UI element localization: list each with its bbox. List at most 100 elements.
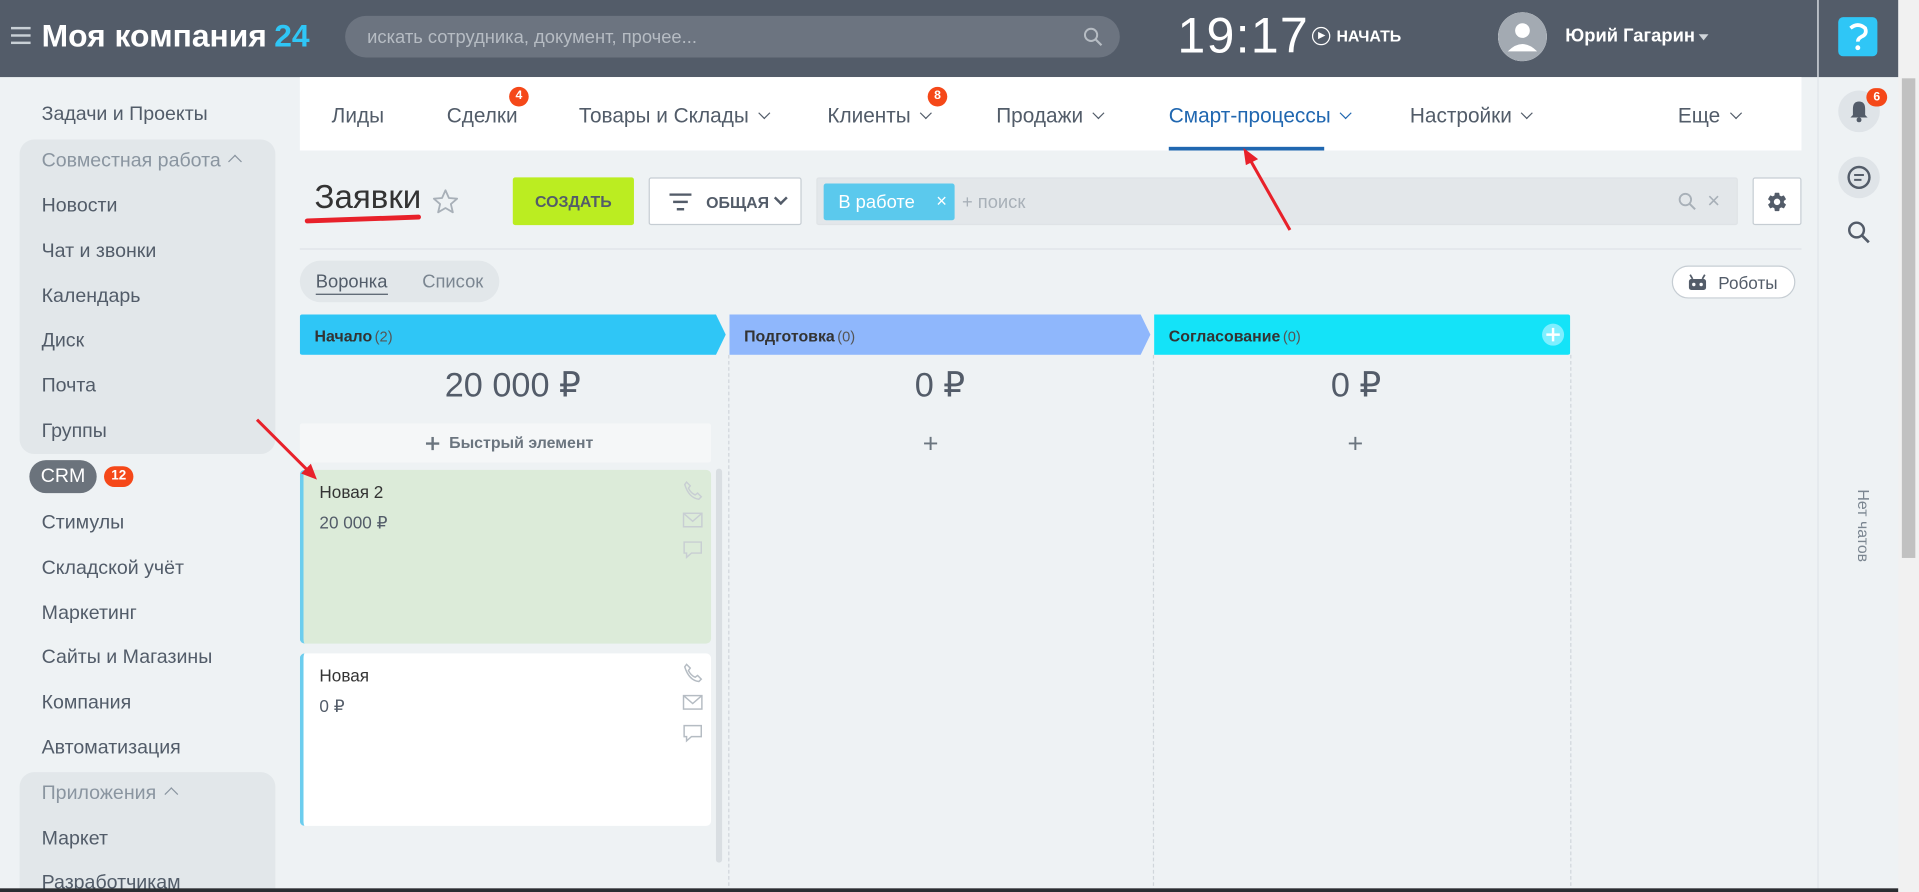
filter-search-input[interactable] [961, 183, 1648, 221]
stage-title: Подготовка (0) [744, 327, 855, 345]
tab-more[interactable]: Еще [1677, 104, 1742, 128]
gear-icon [1768, 192, 1786, 212]
filter-preset-button[interactable]: ОБЩАЯ [648, 177, 802, 226]
taskbar-strip [0, 888, 1899, 892]
chevron-up-icon [228, 154, 243, 169]
stage-count: (2) [374, 327, 393, 346]
settings-gear-button[interactable] [1752, 177, 1802, 226]
view-list[interactable]: Список [422, 272, 483, 293]
stage-header-approval[interactable]: Согласование (0) [1154, 314, 1571, 355]
user-menu-caret-icon[interactable] [1698, 34, 1709, 41]
chevron-down-icon [1339, 107, 1353, 120]
clear-filter-icon[interactable]: × [1707, 188, 1720, 214]
tab-more-label: Еще [1677, 104, 1721, 128]
user-name[interactable]: Юрий Гагарин [1565, 26, 1695, 47]
menu-item-company[interactable]: Компания [42, 693, 132, 715]
page-scrollbar-thumb[interactable] [1901, 78, 1916, 558]
phone-icon[interactable] [682, 663, 704, 683]
tab-leads[interactable]: Лиды [332, 104, 384, 128]
stage-count: (0) [1282, 327, 1301, 346]
chevron-down-icon [758, 107, 771, 120]
create-button[interactable]: СОЗДАТЬ [512, 177, 634, 226]
crm-tabs-bar: Лиды Сделки 4 Товары и Склады Клиенты 8 … [299, 77, 1802, 151]
menu-item-marketing[interactable]: Маркетинг [42, 603, 137, 625]
menu-item-stimuli[interactable]: Стимулы [42, 513, 125, 535]
menu-group-collab-title[interactable]: Совместная работа [42, 151, 243, 173]
menu-item-disk[interactable]: Диск [42, 330, 85, 352]
brand-logo[interactable]: Моя компания 24 [42, 17, 310, 55]
plus-icon [425, 436, 440, 451]
menu-item-news[interactable]: Новости [42, 196, 118, 218]
mail-icon[interactable] [682, 510, 704, 530]
add-item-plus-icon[interactable]: + [1347, 428, 1363, 460]
clients-counter-badge: 8 [927, 86, 948, 107]
tab-smart-label: Смарт-процессы [1168, 104, 1331, 128]
mail-icon[interactable] [682, 693, 704, 713]
hamburger-menu-icon[interactable] [11, 26, 31, 45]
left-menu: Задачи и Проекты Совместная работа Новос… [0, 77, 294, 892]
search-icon[interactable] [1678, 192, 1696, 211]
chip-close-icon[interactable]: × [936, 191, 947, 212]
chat-icon[interactable] [682, 540, 704, 560]
card-sum: 20 000 ₽ [319, 512, 388, 533]
phone-icon[interactable] [682, 480, 704, 501]
menu-group-apps-title[interactable]: Приложения [41, 783, 178, 805]
card-title[interactable]: Новая 2 [319, 482, 383, 502]
card-title[interactable]: Новая [319, 666, 369, 686]
page-scrollbar[interactable] [1898, 0, 1919, 892]
chat-icon[interactable] [682, 723, 704, 743]
crm-counter-badge: 12 [104, 466, 134, 487]
user-avatar[interactable] [1497, 12, 1547, 62]
tab-sales-label: Продажи [996, 104, 1084, 128]
brand-name: Моя компания [41, 17, 267, 54]
right-sidebar: 6 [1817, 0, 1900, 892]
tab-sales[interactable]: Продажи [996, 104, 1105, 128]
filter-chip-label: В работе [838, 192, 915, 213]
stage-header-start[interactable]: Начало (2) [299, 314, 726, 355]
menu-item-tasks[interactable]: Задачи и Проекты [42, 104, 208, 126]
chats-button[interactable] [1838, 156, 1880, 199]
add-item-plus-icon[interactable]: + [923, 428, 939, 460]
view-funnel[interactable]: Воронка [315, 272, 388, 295]
chat-bubbles-icon [1847, 165, 1871, 190]
menu-item-warehouse[interactable]: Складской учёт [42, 558, 184, 580]
search-icon[interactable] [1847, 220, 1871, 244]
kanban-card[interactable]: Новая 0 ₽ [299, 653, 712, 826]
quick-add-button[interactable]: Быстрый элемент [299, 423, 712, 463]
star-icon[interactable] [431, 187, 460, 216]
chevron-down-icon [919, 107, 933, 120]
menu-group-apps-label: Приложения [41, 783, 157, 804]
robots-button[interactable]: Роботы [1671, 265, 1796, 299]
tab-settings-label: Настройки [1409, 104, 1512, 128]
tab-settings[interactable]: Настройки [1409, 104, 1534, 128]
tab-clients[interactable]: Клиенты [827, 104, 933, 128]
menu-item-groups[interactable]: Группы [42, 421, 107, 443]
tab-goods[interactable]: Товары и Склады [578, 104, 771, 128]
menu-item-chat[interactable]: Чат и звонки [42, 241, 157, 263]
stage-title-text: Подготовка [744, 326, 835, 346]
help-button[interactable] [1838, 17, 1878, 57]
stage-count: (0) [837, 327, 856, 346]
tab-smart-processes[interactable]: Смарт-процессы [1168, 104, 1353, 128]
menu-item-mail[interactable]: Почта [42, 376, 96, 398]
kanban-card[interactable]: Новая 2 20 000 ₽ [299, 469, 712, 644]
column-divider [728, 354, 730, 892]
filter-chip[interactable]: В работе × [823, 183, 955, 221]
menu-item-crm[interactable]: CRM [29, 460, 97, 494]
play-icon [1311, 26, 1331, 46]
stage-header-prep[interactable]: Подготовка (0) [729, 314, 1151, 355]
clock: 19:17 [1177, 7, 1310, 64]
chevron-down-icon [1729, 107, 1742, 120]
search-icon[interactable] [1083, 27, 1103, 47]
menu-item-market[interactable]: Маркет [42, 828, 108, 850]
menu-item-sites[interactable]: Сайты и Магазины [42, 647, 213, 669]
global-search-input[interactable] [367, 15, 1053, 58]
column-scrollbar[interactable] [715, 468, 723, 863]
stage-title-text: Начало [314, 326, 373, 346]
tab-deals[interactable]: Сделки [447, 104, 518, 128]
start-workday-button[interactable]: НАЧАТЬ [1311, 26, 1401, 46]
menu-item-calendar[interactable]: Календарь [42, 286, 141, 308]
menu-item-automation[interactable]: Автоматизация [42, 738, 181, 760]
tab-goods-label: Товары и Склады [578, 104, 749, 128]
filter-preset-label: ОБЩАЯ [706, 193, 770, 212]
